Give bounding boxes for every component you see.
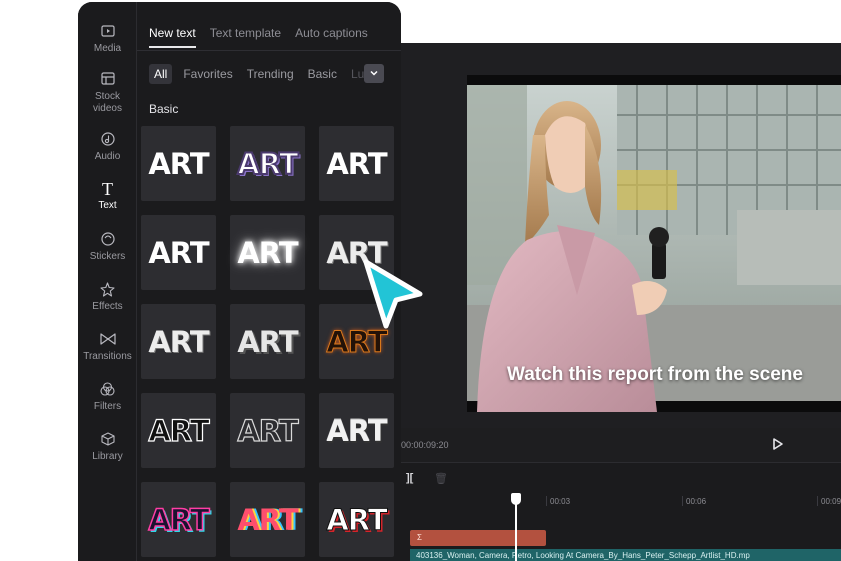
timeline-video-clip[interactable]: 403136_Woman, Camera, Retro, Looking At … <box>410 549 841 561</box>
text-style-tile[interactable]: ART <box>230 482 305 557</box>
sidebar-item-label: Transitions <box>83 351 132 362</box>
chevron-down-icon[interactable] <box>364 64 384 83</box>
category-chips: All Favorites Trending Basic Lu <box>149 64 367 84</box>
chip-basic[interactable]: Basic <box>305 64 340 84</box>
play-icon[interactable] <box>770 437 784 451</box>
sidebar-item-filters[interactable]: Filters <box>78 382 137 412</box>
text-panel-tabs: New text Text template Auto captions <box>149 26 368 48</box>
filters-icon <box>78 382 137 398</box>
timeline-panel <box>401 462 841 561</box>
text-style-tile[interactable]: ART <box>141 393 216 468</box>
video-editor-screenshot: Watch this report from the scene 00:00:0… <box>0 0 841 561</box>
text-style-tile[interactable]: ART <box>230 304 305 379</box>
sidebar-item-label: Library <box>92 451 123 462</box>
ruler-tick-label: 00:06 <box>686 497 707 506</box>
stock-videos-icon <box>78 72 137 88</box>
effects-icon <box>78 282 137 298</box>
sidebar-item-text[interactable]: T Text <box>78 179 137 211</box>
section-title-basic: Basic <box>149 102 179 116</box>
pointer-cursor-icon <box>363 259 423 329</box>
library-icon <box>78 432 137 448</box>
text-style-tile[interactable]: ART <box>230 215 305 290</box>
video-frame-image <box>467 85 841 412</box>
ruler-tick-label: 00:09 <box>821 497 841 506</box>
sidebar-item-media[interactable]: Media <box>78 24 137 54</box>
text-style-tile[interactable]: ART <box>141 215 216 290</box>
sidebar: Media Stock videos Audio T Text Stickers… <box>78 2 137 561</box>
sidebar-item-label: Stock videos <box>93 91 122 114</box>
sidebar-item-label: Audio <box>94 151 121 162</box>
tab-divider <box>137 50 401 51</box>
text-style-tile[interactable]: ART <box>319 393 394 468</box>
sidebar-item-library[interactable]: Library <box>78 432 137 462</box>
chip-favorites[interactable]: Favorites <box>180 64 235 84</box>
text-style-tile[interactable]: ART <box>230 393 305 468</box>
tab-text-template[interactable]: Text template <box>210 26 281 40</box>
sidebar-item-label: Effects <box>92 301 123 312</box>
chip-all[interactable]: All <box>149 64 173 84</box>
current-timecode: 00:00:09:20 <box>401 440 449 450</box>
sidebar-item-label: Stickers <box>89 251 126 262</box>
stickers-icon <box>78 232 137 248</box>
tab-auto-captions[interactable]: Auto captions <box>295 26 368 40</box>
text-style-tile[interactable]: ART <box>319 126 394 201</box>
text-style-tile[interactable]: ART <box>141 482 216 557</box>
delete-icon[interactable]: 🗑 <box>434 472 448 485</box>
video-preview[interactable] <box>467 75 841 412</box>
chip-trending[interactable]: Trending <box>244 64 297 84</box>
video-caption-overlay[interactable]: Watch this report from the scene <box>507 364 803 386</box>
sidebar-item-stickers[interactable]: Stickers <box>78 232 137 262</box>
sidebar-item-stock-videos[interactable]: Stock videos <box>78 72 137 115</box>
sidebar-item-label: Text <box>98 200 117 211</box>
sidebar-item-label: Media <box>93 43 122 54</box>
ruler-tick-label: 00:03 <box>550 497 571 506</box>
sidebar-item-label: Filters <box>93 401 122 412</box>
sidebar-item-audio[interactable]: Audio <box>78 132 137 162</box>
playhead-handle[interactable] <box>511 493 521 505</box>
media-icon <box>78 24 137 40</box>
text-style-tile[interactable]: ART <box>141 304 216 379</box>
ruler-tick <box>817 496 818 506</box>
audio-icon <box>78 132 137 148</box>
transitions-icon <box>78 332 137 348</box>
text-style-tile[interactable]: ART <box>230 126 305 201</box>
split-icon[interactable]: ][ <box>406 472 413 484</box>
text-icon: T <box>102 179 113 199</box>
timeline-text-clip[interactable]: Σ <box>410 530 546 546</box>
ruler-tick <box>682 496 683 506</box>
sidebar-item-effects[interactable]: Effects <box>78 282 137 312</box>
text-style-tile[interactable]: ART <box>319 482 394 557</box>
tab-new-text[interactable]: New text <box>149 26 196 48</box>
text-style-tile[interactable]: ART <box>141 126 216 201</box>
ruler-tick <box>546 496 547 506</box>
left-panel: Media Stock videos Audio T Text Stickers… <box>78 2 401 561</box>
sidebar-item-transitions[interactable]: Transitions <box>78 332 137 362</box>
